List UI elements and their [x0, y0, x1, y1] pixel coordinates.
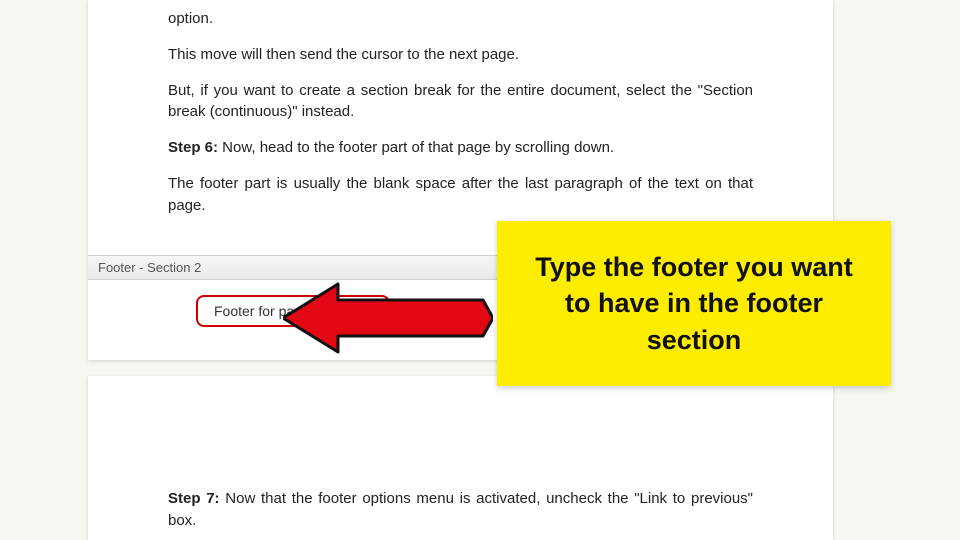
step-6: Step 6: Now, head to the footer part of …	[168, 137, 753, 159]
paragraph: But, if you want to create a section bre…	[168, 80, 753, 124]
callout-text: Type the footer you want to have in the …	[525, 249, 863, 358]
step-7: Step 7: Now that the footer options menu…	[168, 488, 753, 532]
step-text: Now that the footer options menu is acti…	[168, 490, 753, 529]
arrow-icon	[283, 278, 493, 363]
article-body-continued: Step 7: Now that the footer options menu…	[88, 376, 833, 532]
step-label: Step 6:	[168, 139, 218, 156]
paragraph: The footer part is usually the blank spa…	[168, 173, 753, 217]
step-text: Now, head to the footer part of that pag…	[218, 139, 614, 156]
article-body: option. This move will then send the cur…	[88, 8, 833, 216]
paragraph: option.	[168, 8, 753, 30]
callout-box: Type the footer you want to have in the …	[497, 221, 891, 386]
step-label: Step 7:	[168, 490, 220, 507]
paragraph: This move will then send the cursor to t…	[168, 44, 753, 66]
document-page-2: Step 7: Now that the footer options menu…	[88, 376, 833, 540]
footer-section-label: Footer - Section 2	[98, 260, 201, 275]
